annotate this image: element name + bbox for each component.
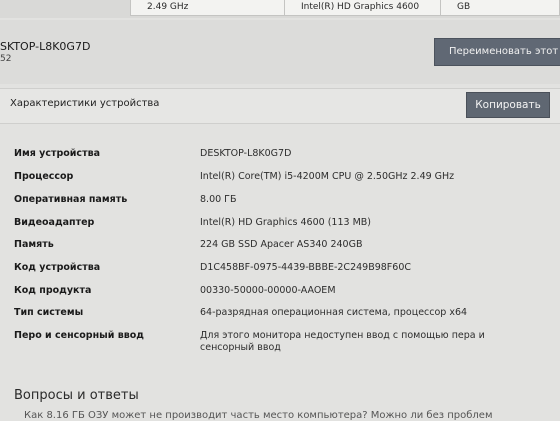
spec-label: Оперативная память	[14, 194, 128, 205]
spec-value: 8.00 ГБ	[200, 194, 237, 205]
spec-label: Видеоадаптер	[14, 217, 95, 228]
spec-value: 00330-50000-00000-AAOEM	[200, 285, 336, 296]
spec-value: DESKTOP-L8K0G7D	[200, 148, 292, 159]
spec-value: Intel(R) Core(TM) i5-4200M CPU @ 2.50GHz…	[200, 171, 455, 182]
device-subtitle: 52	[0, 54, 12, 64]
spec-row-storage: Память 224 GB SSD Apacer AS340 240GB	[0, 239, 560, 257]
spec-row-pen-touch: Перо и сенсорный ввод Для этого монитора…	[0, 330, 560, 358]
spec-value: Intel(R) HD Graphics 4600 (113 MB)	[200, 217, 371, 228]
copy-button[interactable]: Копировать	[466, 92, 550, 118]
spec-value: Для этого монитора недоступен ввод с пом…	[200, 330, 485, 353]
spec-label: Код устройства	[14, 262, 101, 273]
spec-row-processor: Процессор Intel(R) Core(TM) i5-4200M CPU…	[0, 171, 560, 189]
storage-card: GB	[440, 0, 560, 16]
spec-label: Код продукта	[14, 285, 92, 296]
specs-section-title: Характеристики устройства	[10, 98, 160, 109]
spec-row-product-id: Код продукта 00330-50000-00000-AAOEM	[0, 285, 560, 303]
spec-value: D1C458BF-0975-4439-BBBE-2C249B98F60C	[200, 262, 411, 273]
faq-heading: Вопросы и ответы	[14, 388, 139, 403]
faq-question-link[interactable]: Как 8.16 ГБ ОЗУ может не производит част…	[24, 410, 493, 421]
spec-row-system-type: Тип системы 64-разрядная операционная си…	[0, 307, 560, 325]
spec-label: Тип системы	[14, 307, 84, 318]
spec-row-device-name: Имя устройства DESKTOP-L8K0G7D	[0, 148, 560, 166]
gpu-card: Intel(R) HD Graphics 4600	[284, 0, 444, 16]
spec-label: Имя устройства	[14, 148, 100, 159]
spec-row-gpu: Видеоадаптер Intel(R) HD Graphics 4600 (…	[0, 217, 560, 235]
cpu-speed-card: 2.49 GHz	[130, 0, 290, 16]
device-name-heading: SKTOP-L8K0G7D	[0, 40, 91, 53]
spec-row-ram: Оперативная память 8.00 ГБ	[0, 194, 560, 212]
spec-value: 224 GB SSD Apacer AS340 240GB	[200, 239, 363, 250]
spec-value: 64-разрядная операционная система, проце…	[200, 307, 468, 318]
spec-label: Память	[14, 239, 54, 250]
spec-row-device-id: Код устройства D1C458BF-0975-4439-BBBE-2…	[0, 262, 560, 280]
spec-label: Перо и сенсорный ввод	[14, 330, 144, 341]
spec-label: Процессор	[14, 171, 74, 182]
rename-pc-button[interactable]: Переименовать этот П	[434, 38, 560, 66]
